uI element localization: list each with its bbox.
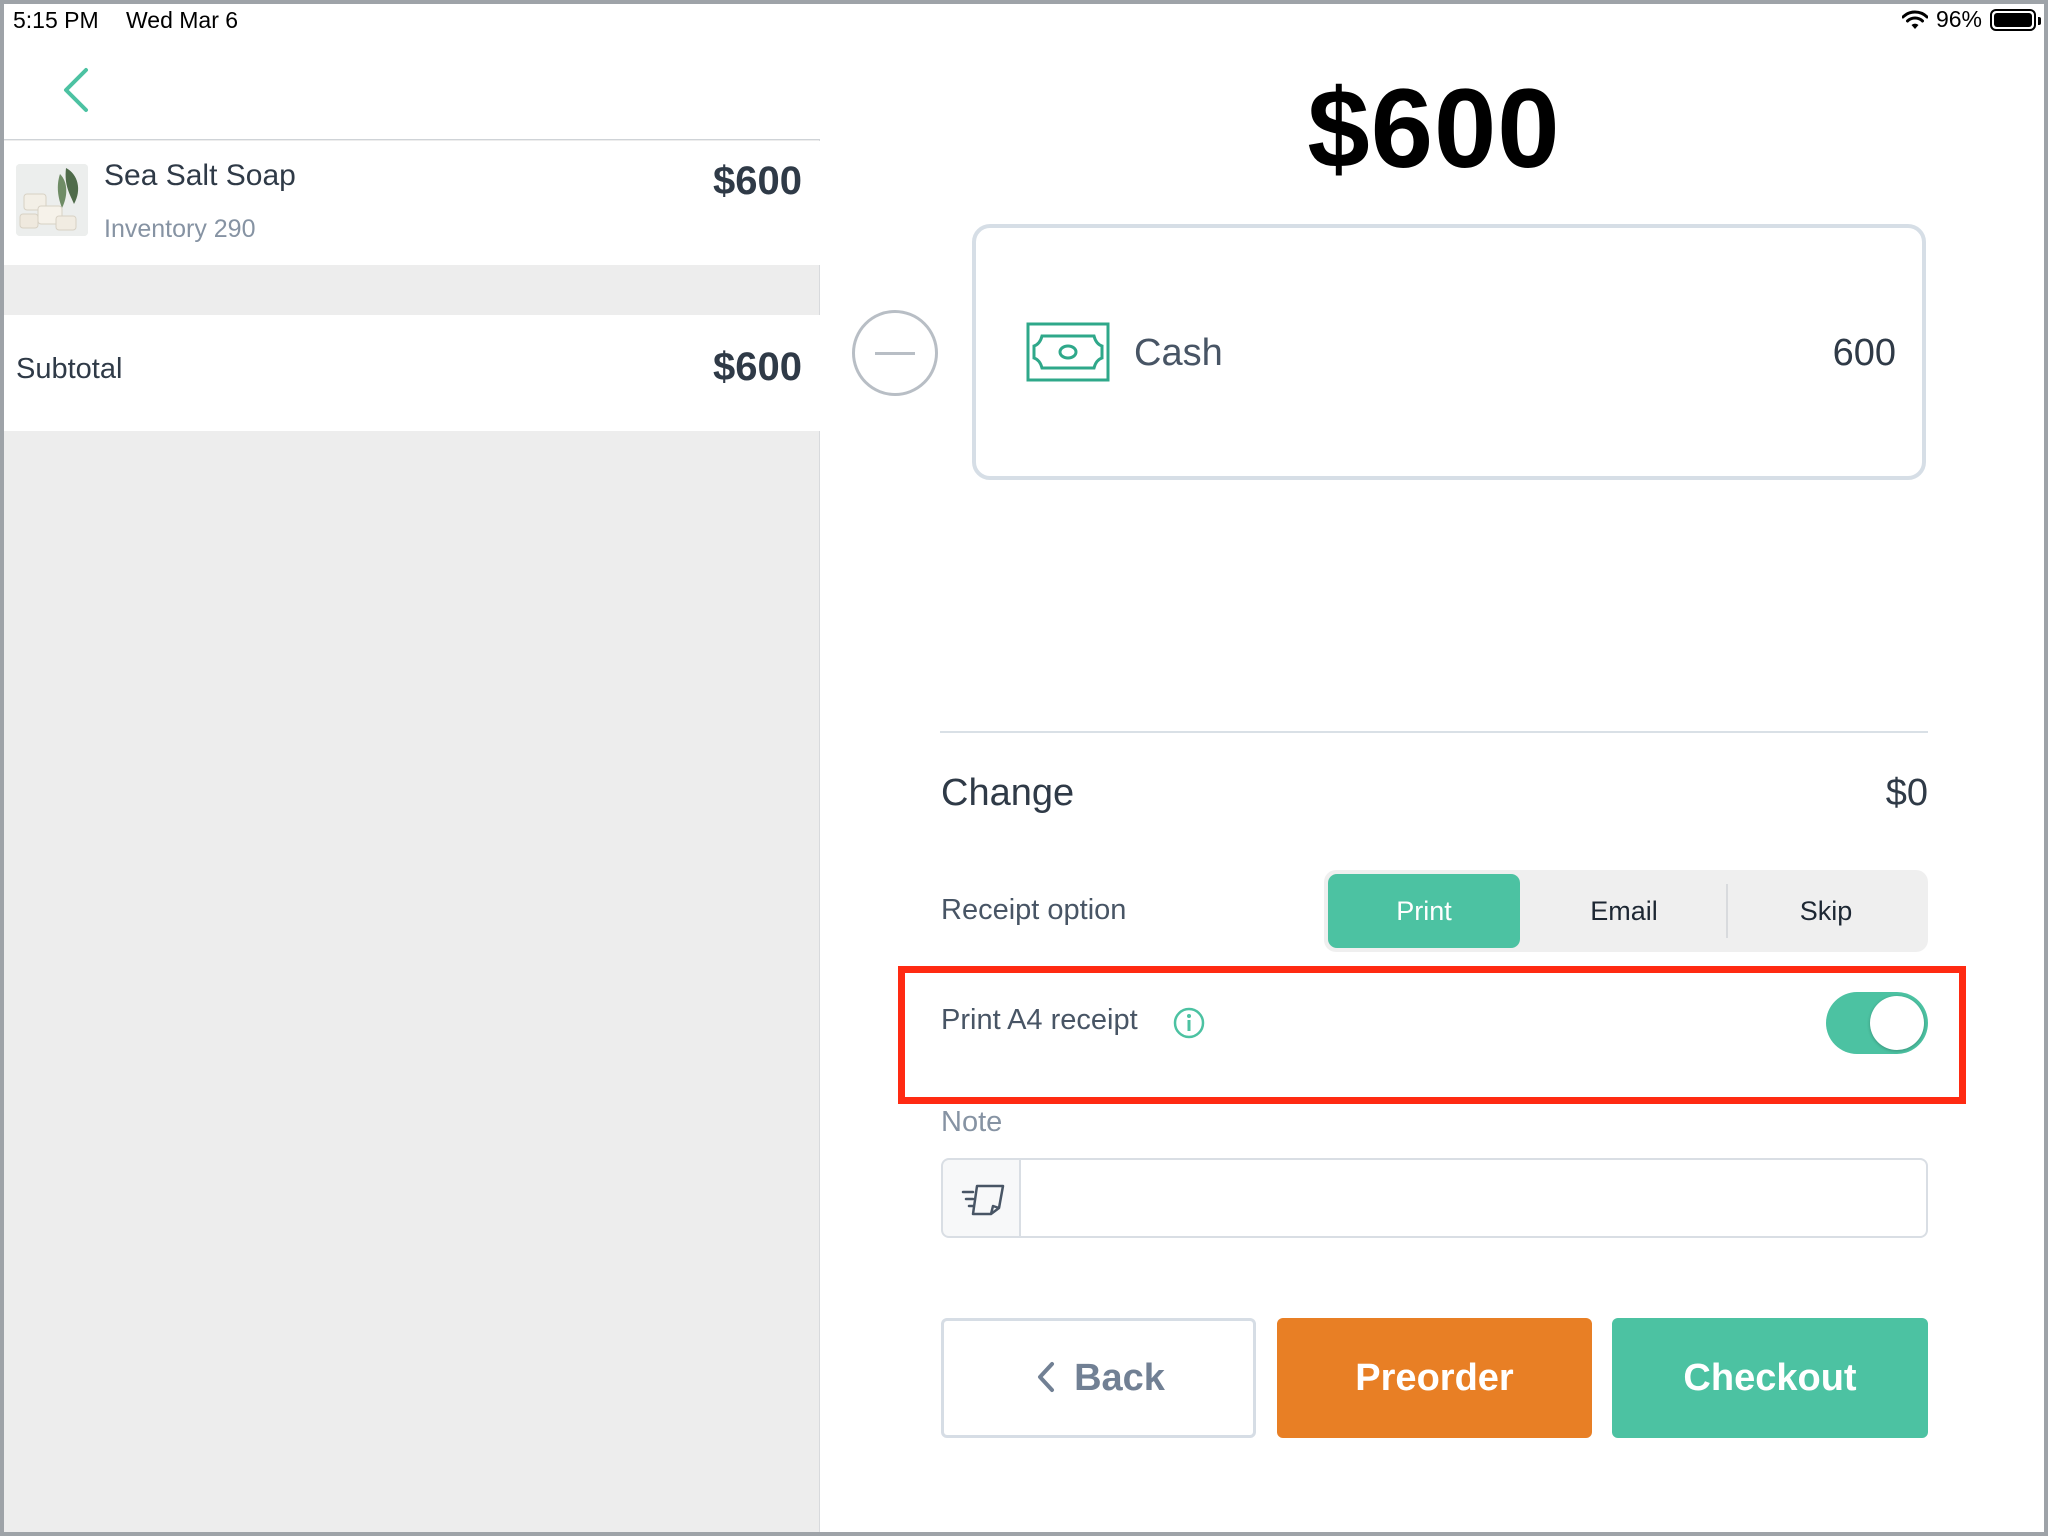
battery-icon (1990, 8, 2041, 31)
subtotal-label: Subtotal (16, 353, 123, 385)
subtotal-row: Subtotal $600 (0, 315, 820, 431)
checkout-button[interactable]: Checkout (1612, 1318, 1928, 1438)
cash-payment-card[interactable]: Cash 600 (972, 224, 1926, 480)
note-icon (961, 1184, 1005, 1216)
receipt-email-button[interactable]: Email (1524, 874, 1724, 948)
print-a4-toggle[interactable] (1826, 992, 1928, 1054)
print-a4-label: Print A4 receipt (941, 1004, 1138, 1036)
subtotal-value: $600 (713, 345, 802, 389)
payment-method-label: Cash (1134, 332, 1223, 374)
payment-total: $600 (1307, 66, 1561, 191)
wifi-icon (1901, 10, 1928, 29)
cart-panel: Sea Salt Soap Inventory 290 $600 Subtota… (0, 0, 820, 1536)
toggle-knob (1870, 996, 1924, 1050)
note-input[interactable] (1021, 1158, 1928, 1238)
receipt-print-button[interactable]: Print (1328, 874, 1520, 948)
note-icon-box[interactable] (941, 1158, 1021, 1238)
note-label: Note (941, 1106, 1003, 1138)
status-right: 96% (1901, 6, 2041, 33)
product-thumbnail (16, 164, 88, 236)
divider (940, 731, 1928, 733)
back-button[interactable]: Back (941, 1318, 1256, 1438)
item-name: Sea Salt Soap (104, 159, 296, 192)
payment-method-amount[interactable]: 600 (1833, 332, 1896, 375)
item-price: $600 (713, 159, 802, 203)
minus-circle-icon (875, 352, 915, 355)
cash-icon (1026, 322, 1110, 382)
change-value: $0 (1885, 772, 1928, 814)
preorder-button[interactable]: Preorder (1277, 1318, 1592, 1438)
status-bar: 5:15 PM Wed Mar 6 96% (0, 0, 2048, 40)
remove-payment-button[interactable] (852, 310, 938, 396)
receipt-option-label: Receipt option (941, 894, 1127, 926)
item-inventory: Inventory 290 (104, 215, 256, 243)
back-button-label: Back (1074, 1357, 1165, 1399)
chevron-left-icon (1038, 1361, 1055, 1392)
change-label: Change (941, 772, 1075, 814)
battery-percent: 96% (1935, 6, 1982, 32)
status-date: Wed Mar 6 (126, 7, 239, 33)
cart-item-row[interactable]: Sea Salt Soap Inventory 290 $600 (0, 141, 820, 265)
info-icon[interactable] (1172, 1006, 1206, 1040)
receipt-option-segmented: Print Email Skip (1324, 870, 1928, 952)
status-time: 5:15 PM (13, 7, 99, 33)
receipt-skip-button[interactable]: Skip (1728, 874, 1924, 948)
chevron-left-icon[interactable] (58, 66, 94, 114)
